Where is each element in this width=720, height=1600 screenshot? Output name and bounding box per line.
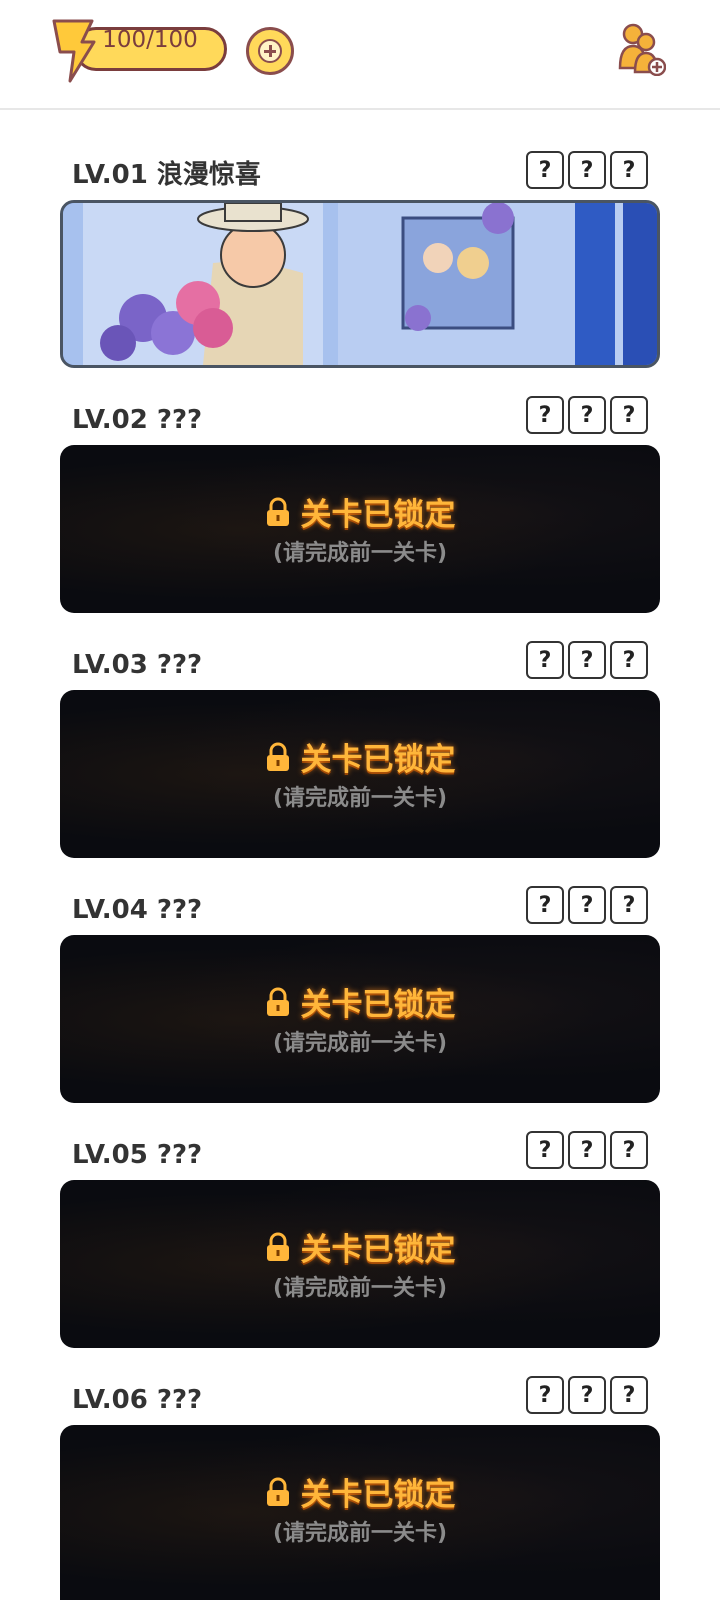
rating-slot: ? <box>610 151 648 189</box>
level-rating: ? ? ? <box>526 641 648 679</box>
padlock-icon <box>266 1232 289 1261</box>
locked-label: 关卡已锁定 <box>300 1477 456 1513</box>
level-card-image[interactable] <box>60 200 660 368</box>
locked-level-card[interactable]: 关卡已锁定 (请完成前一关卡) <box>60 690 660 858</box>
locked-hint: (请完成前一关卡) <box>272 1276 448 1301</box>
locked-level-card[interactable]: 关卡已锁定 (请完成前一关卡) <box>60 1425 660 1600</box>
lock-banner: 关卡已锁定 <box>60 1224 660 1269</box>
plus-icon <box>258 39 282 63</box>
lock-banner: 关卡已锁定 <box>60 1469 660 1514</box>
padlock-icon <box>266 987 289 1016</box>
padlock-icon <box>266 1477 289 1506</box>
rating-slot: ? <box>610 396 648 434</box>
level-title: LV.06 ??? <box>72 1385 203 1415</box>
rating-slot: ? <box>526 1131 564 1169</box>
top-bar: 100/100 <box>0 0 720 110</box>
rating-slot: ? <box>610 1131 648 1169</box>
rating-slot: ? <box>526 641 564 679</box>
lock-banner: 关卡已锁定 <box>60 979 660 1024</box>
level-title: LV.04 ??? <box>72 895 203 925</box>
level-title: LV.01 浪漫惊喜 <box>72 160 261 190</box>
locked-level-card[interactable]: 关卡已锁定 (请完成前一关卡) <box>60 1180 660 1348</box>
locked-hint: (请完成前一关卡) <box>272 1031 448 1056</box>
level-illustration <box>63 203 657 365</box>
locked-hint: (请完成前一关卡) <box>272 786 448 811</box>
rating-slot: ? <box>568 1131 606 1169</box>
level-rating: ? ? ? <box>526 151 648 189</box>
padlock-icon <box>266 742 289 771</box>
energy-meter[interactable]: 100/100 <box>48 18 233 83</box>
lightning-bolt-icon <box>52 19 96 83</box>
rating-slot: ? <box>568 1376 606 1414</box>
locked-label: 关卡已锁定 <box>300 497 456 533</box>
rating-slot: ? <box>610 641 648 679</box>
padlock-icon <box>266 497 289 526</box>
level-title: LV.02 ??? <box>72 405 203 435</box>
rating-slot: ? <box>610 1376 648 1414</box>
level-rating: ? ? ? <box>526 1376 648 1414</box>
level-rating: ? ? ? <box>526 396 648 434</box>
rating-slot: ? <box>568 396 606 434</box>
locked-hint: (请完成前一关卡) <box>272 1521 448 1546</box>
level-title: LV.03 ??? <box>72 650 203 680</box>
locked-hint: (请完成前一关卡) <box>272 541 448 566</box>
level-rating: ? ? ? <box>526 1131 648 1169</box>
rating-slot: ? <box>610 886 648 924</box>
add-friends-icon[interactable] <box>618 22 666 76</box>
rating-slot: ? <box>568 886 606 924</box>
rating-slot: ? <box>568 151 606 189</box>
rating-slot: ? <box>526 1376 564 1414</box>
rating-slot: ? <box>526 886 564 924</box>
level-title: LV.05 ??? <box>72 1140 203 1170</box>
locked-label: 关卡已锁定 <box>300 987 456 1023</box>
rating-slot: ? <box>568 641 606 679</box>
rating-slot: ? <box>526 396 564 434</box>
lock-banner: 关卡已锁定 <box>60 489 660 534</box>
locked-label: 关卡已锁定 <box>300 742 456 778</box>
locked-level-card[interactable]: 关卡已锁定 (请完成前一关卡) <box>60 935 660 1103</box>
locked-label: 关卡已锁定 <box>300 1232 456 1268</box>
level-rating: ? ? ? <box>526 886 648 924</box>
add-energy-button[interactable] <box>246 27 294 75</box>
lock-banner: 关卡已锁定 <box>60 734 660 779</box>
rating-slot: ? <box>526 151 564 189</box>
energy-value: 100/100 <box>102 27 198 53</box>
locked-level-card[interactable]: 关卡已锁定 (请完成前一关卡) <box>60 445 660 613</box>
